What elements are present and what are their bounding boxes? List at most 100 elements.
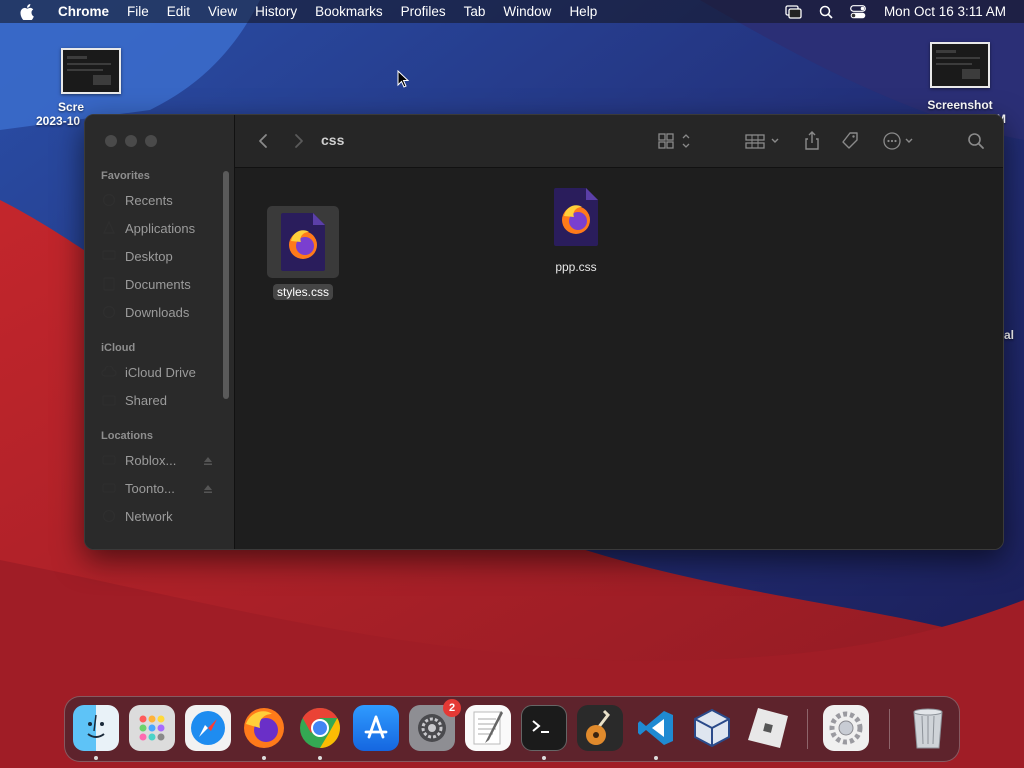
sidebar-item-toonto-volume[interactable]: Toonto... bbox=[101, 477, 219, 499]
view-mode-button[interactable] bbox=[655, 130, 695, 152]
dock-separator bbox=[807, 709, 808, 749]
dock-terminal-icon[interactable] bbox=[521, 705, 567, 751]
clock-icon bbox=[101, 192, 117, 208]
dock-running-indicator bbox=[542, 756, 546, 760]
desktop-icon-label-line1: Scre bbox=[58, 100, 85, 114]
minimize-window-button[interactable] bbox=[125, 135, 137, 147]
close-window-button[interactable] bbox=[105, 135, 117, 147]
finder-window: Favorites Recents Applications Desktop D… bbox=[84, 114, 1004, 550]
dock-running-indicator bbox=[262, 756, 266, 760]
sidebar-item-applications[interactable]: Applications bbox=[101, 217, 219, 239]
screen-mirroring-icon[interactable] bbox=[785, 4, 803, 20]
file-item-styles-css[interactable]: styles.css bbox=[258, 206, 348, 301]
sidebar-item-label: Roblox... bbox=[125, 452, 177, 468]
dock-finder-icon[interactable] bbox=[73, 705, 119, 751]
dock-virtualbox-icon[interactable] bbox=[689, 705, 735, 751]
dock-garageband-icon[interactable] bbox=[577, 705, 623, 751]
desktop-icon-label-line1: Screenshot bbox=[927, 98, 993, 112]
screenshot-thumbnail bbox=[930, 42, 990, 88]
disk-icon bbox=[101, 452, 117, 468]
menu-view[interactable]: View bbox=[199, 0, 246, 23]
forward-button[interactable] bbox=[289, 130, 309, 152]
dock-running-indicator bbox=[654, 756, 658, 760]
sidebar-item-label: Network bbox=[125, 508, 173, 524]
finder-sidebar: Favorites Recents Applications Desktop D… bbox=[85, 115, 235, 549]
sidebar-item-downloads[interactable]: Downloads bbox=[101, 301, 219, 323]
applications-icon bbox=[101, 220, 117, 236]
menu-history[interactable]: History bbox=[246, 0, 306, 23]
menu-clock[interactable]: Mon Oct 16 3:11 AM bbox=[884, 4, 1006, 19]
dock-app-store-icon[interactable] bbox=[353, 705, 399, 751]
shared-folder-icon bbox=[101, 392, 117, 408]
dock-textedit-icon[interactable] bbox=[465, 705, 511, 751]
screenshot-thumbnail bbox=[61, 48, 121, 94]
more-actions-button[interactable] bbox=[881, 130, 917, 152]
file-icon-wrapper bbox=[267, 206, 339, 278]
menu-edit[interactable]: Edit bbox=[158, 0, 199, 23]
dock-firefox-icon[interactable] bbox=[241, 705, 287, 751]
dock-chrome-icon[interactable] bbox=[297, 705, 343, 751]
sidebar-item-label: Desktop bbox=[125, 248, 173, 264]
sidebar-item-documents[interactable]: Documents bbox=[101, 273, 219, 295]
dock-roblox-icon[interactable] bbox=[745, 705, 791, 751]
globe-icon bbox=[101, 508, 117, 524]
sidebar-item-recents[interactable]: Recents bbox=[101, 189, 219, 211]
search-button[interactable] bbox=[965, 130, 987, 152]
sidebar-item-network[interactable]: Network bbox=[101, 505, 219, 527]
menu-app-name[interactable]: Chrome bbox=[50, 0, 118, 23]
dock-system-settings-icon[interactable]: 2 bbox=[409, 699, 461, 751]
cloud-icon bbox=[101, 364, 117, 380]
dock-launchpad-icon[interactable] bbox=[129, 705, 175, 751]
window-controls bbox=[105, 135, 157, 147]
group-by-button[interactable] bbox=[743, 130, 783, 152]
apple-menu-icon[interactable] bbox=[18, 3, 36, 21]
menu-profiles[interactable]: Profiles bbox=[392, 0, 455, 23]
sidebar-item-label: Downloads bbox=[125, 304, 190, 320]
file-item-ppp-css[interactable]: ppp.css bbox=[531, 181, 621, 276]
sidebar-item-label: Documents bbox=[125, 276, 191, 292]
firefox-css-document-icon bbox=[281, 213, 325, 271]
eject-icon[interactable] bbox=[203, 454, 213, 465]
desktop-icon-label-fragment: al bbox=[1004, 328, 1015, 342]
firefox-css-document-icon bbox=[554, 188, 598, 246]
control-center-icon[interactable] bbox=[849, 4, 867, 20]
sidebar-section-locations: Locations bbox=[101, 430, 153, 442]
eject-icon[interactable] bbox=[203, 482, 213, 493]
sidebar-section-icloud: iCloud bbox=[101, 342, 136, 354]
menu-help[interactable]: Help bbox=[560, 0, 606, 23]
menu-bookmarks[interactable]: Bookmarks bbox=[306, 0, 392, 23]
sidebar-item-label: Recents bbox=[125, 192, 173, 208]
sidebar-item-label: Toonto... bbox=[125, 480, 175, 496]
dock-separator bbox=[889, 709, 890, 749]
dock-vscode-icon[interactable] bbox=[633, 705, 679, 751]
sidebar-item-icloud-drive[interactable]: iCloud Drive bbox=[101, 361, 219, 383]
dock-trash-icon[interactable] bbox=[905, 705, 951, 751]
sidebar-item-roblox-volume[interactable]: Roblox... bbox=[101, 449, 219, 471]
spotlight-search-icon[interactable] bbox=[817, 4, 835, 20]
file-name-label: ppp.css bbox=[555, 260, 597, 274]
sidebar-item-desktop[interactable]: Desktop bbox=[101, 245, 219, 267]
finder-content-area[interactable]: styles.css ppp.css bbox=[235, 168, 1003, 549]
sidebar-section-favorites: Favorites bbox=[101, 170, 150, 182]
file-name-label: styles.css bbox=[272, 284, 333, 300]
menu-window[interactable]: Window bbox=[494, 0, 560, 23]
sidebar-item-shared[interactable]: Shared bbox=[101, 389, 219, 411]
menu-file[interactable]: File bbox=[118, 0, 158, 23]
document-icon bbox=[101, 276, 117, 292]
dock: 2 bbox=[64, 696, 960, 762]
tag-button[interactable] bbox=[839, 130, 861, 152]
back-button[interactable] bbox=[253, 130, 273, 152]
dock-preferences-icon[interactable] bbox=[823, 705, 869, 751]
desktop-icon bbox=[101, 248, 117, 264]
zoom-window-button[interactable] bbox=[145, 135, 157, 147]
sidebar-scrollbar[interactable] bbox=[223, 171, 229, 399]
disk-icon bbox=[101, 480, 117, 496]
sidebar-item-label: Shared bbox=[125, 392, 167, 408]
download-icon bbox=[101, 304, 117, 320]
menu-tab[interactable]: Tab bbox=[455, 0, 495, 23]
dock-safari-icon[interactable] bbox=[185, 705, 231, 751]
sidebar-item-label: iCloud Drive bbox=[125, 364, 196, 380]
dock-running-indicator bbox=[318, 756, 322, 760]
share-button[interactable] bbox=[801, 130, 823, 152]
sidebar-item-label: Applications bbox=[125, 220, 196, 236]
